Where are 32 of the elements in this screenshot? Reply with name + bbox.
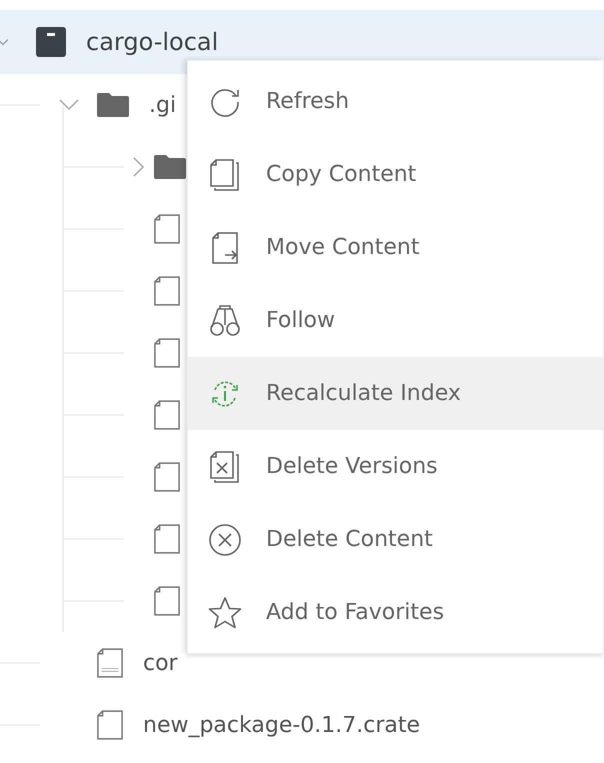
repository-icon — [36, 27, 66, 57]
tree-item-label[interactable]: new_package-0.1.7.crate — [143, 712, 420, 738]
menu-item[interactable]: Delete Content — [188, 503, 603, 576]
file-icon — [154, 338, 180, 368]
menu-item[interactable]: Delete Versions — [188, 430, 603, 503]
delete-file-icon — [208, 450, 242, 484]
menu-item[interactable]: Recalculate Index — [188, 357, 603, 430]
file-icon — [154, 400, 180, 430]
delete-icon — [208, 522, 242, 556]
file-icon — [154, 524, 180, 554]
folder-icon — [97, 93, 129, 117]
menu-item[interactable]: Refresh — [188, 65, 603, 138]
file-icon — [154, 462, 180, 492]
chevron-right-icon[interactable] — [133, 157, 145, 177]
menu-item[interactable]: Move Content — [188, 211, 603, 284]
repository-name: cargo-local — [86, 28, 218, 56]
file-icon — [154, 586, 180, 616]
menu-item[interactable]: Copy Content — [188, 138, 603, 211]
tree-item-label[interactable]: .gi — [149, 92, 176, 118]
chevron-down-icon[interactable] — [58, 99, 78, 111]
menu-item[interactable]: Add to Favorites — [188, 576, 603, 649]
file-icon — [154, 214, 180, 244]
star-icon — [208, 596, 242, 630]
tree-item-label[interactable]: cor — [143, 650, 178, 676]
copy-icon — [208, 158, 242, 192]
file-icon — [97, 710, 123, 740]
folder-icon — [154, 155, 186, 179]
json-file-icon — [97, 648, 123, 678]
file-icon — [154, 276, 180, 306]
chevron-down-icon[interactable] — [0, 37, 8, 47]
menu-item[interactable]: Follow — [188, 284, 603, 357]
binoculars-icon — [208, 304, 242, 338]
